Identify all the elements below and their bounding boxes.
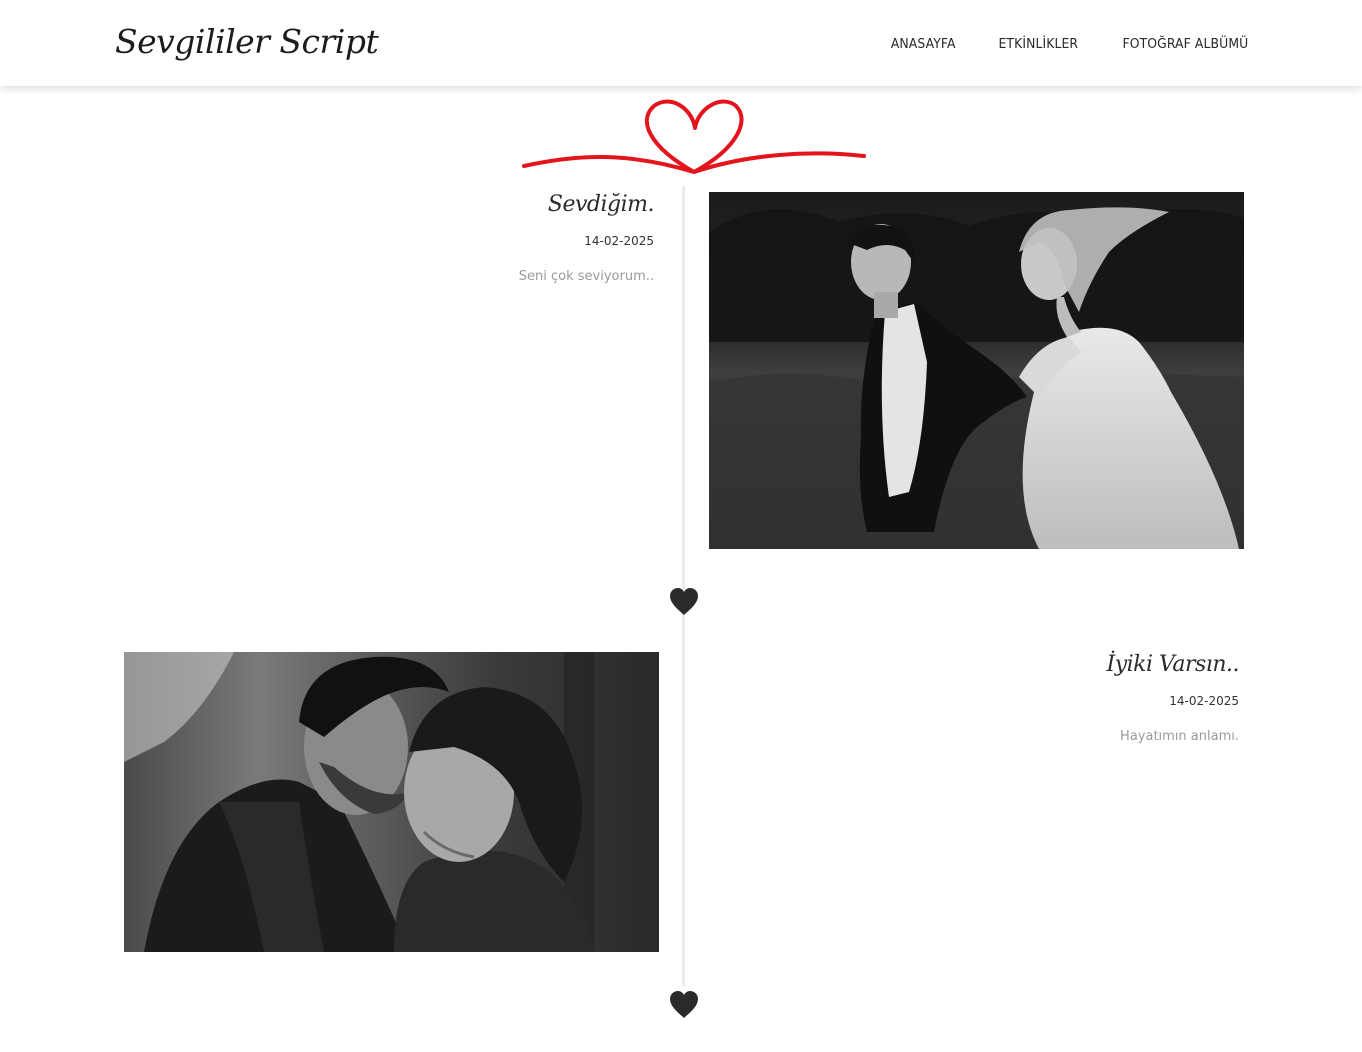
entry-title: İyiki Varsın.. xyxy=(1106,652,1240,677)
entry-date: 14-02-2025 xyxy=(1169,694,1239,708)
entry-description: Seni çok seviyorum.. xyxy=(518,269,654,284)
brand-logo[interactable]: Sevgililer Script xyxy=(115,16,379,68)
entry-date: 14-02-2025 xyxy=(584,234,654,248)
nav-link-anasayfa[interactable]: ANASAYFA xyxy=(891,36,956,52)
entry-description: Hayatımın anlamı. xyxy=(1120,729,1239,744)
site-header: Sevgililer Script ANASAYFA ETKİNLİKLER F… xyxy=(0,0,1362,86)
entry-photo-embracing-couple xyxy=(124,652,659,952)
heart-ribbon-icon xyxy=(522,99,866,174)
timeline-entry-text-1: Sevdiğim. 14-02-2025 Seni çok seviyorum.… xyxy=(354,192,655,284)
nav-link-etkinlikler[interactable]: ETKİNLİKLER xyxy=(998,36,1078,52)
entry-photo-wedding-couple xyxy=(709,192,1244,549)
main-nav: ANASAYFA ETKİNLİKLER FOTOĞRAF ALBÜMÜ xyxy=(888,36,1254,52)
nav-link-fotograf-albumu[interactable]: FOTOĞRAF ALBÜMÜ xyxy=(1123,36,1249,52)
heart-icon xyxy=(670,991,698,1018)
timeline-entry-text-2: İyiki Varsın.. 14-02-2025 Hayatımın anla… xyxy=(939,652,1240,744)
heart-icon xyxy=(670,588,698,615)
entry-title: Sevdiğim. xyxy=(547,192,655,217)
